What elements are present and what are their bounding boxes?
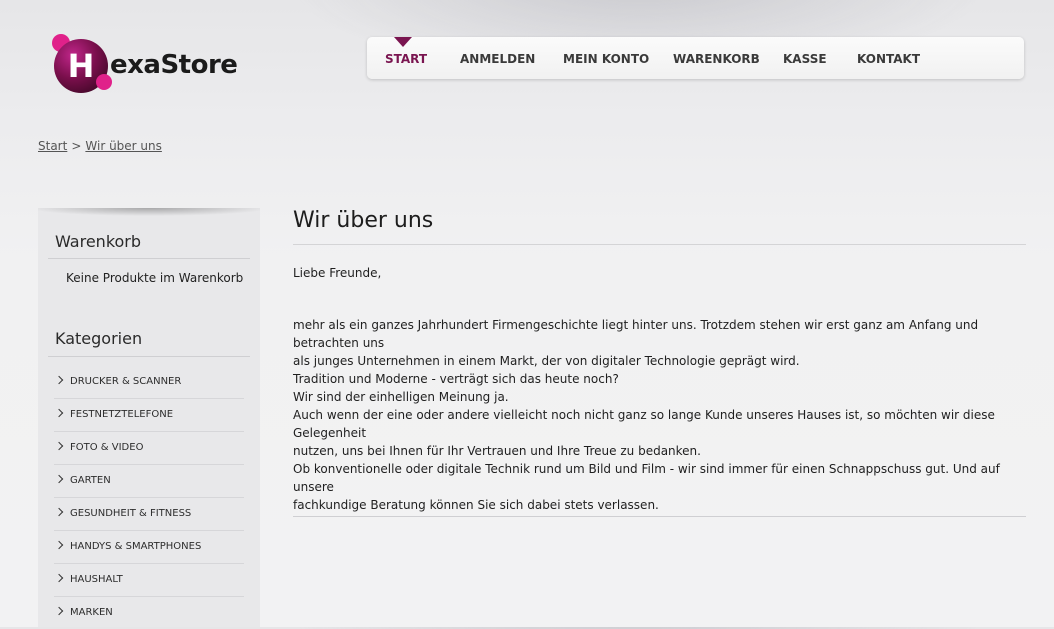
category-item[interactable]: GESUNDHEIT & FITNESS xyxy=(54,498,244,531)
logo-wordmark: exaStore xyxy=(110,50,238,80)
chevron-right-icon xyxy=(54,408,64,418)
main-navigation: START ANMELDEN MEIN KONTO WARENKORB KASS… xyxy=(367,37,1024,79)
title-divider xyxy=(293,244,1026,245)
chevron-right-icon xyxy=(54,474,64,484)
paragraph-line: als junges Unternehmen in einem Markt, d… xyxy=(293,354,800,368)
category-item[interactable]: HANDYS & SMARTPHONES xyxy=(54,531,244,564)
sidebar: Warenkorb Keine Produkte im Warenkorb Ka… xyxy=(38,208,260,627)
category-label: GESUNDHEIT & FITNESS xyxy=(70,508,192,519)
paragraph-line: Tradition und Moderne - verträgt sich da… xyxy=(293,372,619,386)
nav-kasse[interactable]: KASSE xyxy=(783,37,827,79)
paragraph-line: mehr als ein ganzes Jahrhundert Firmenge… xyxy=(293,318,979,350)
chevron-right-icon xyxy=(54,606,64,616)
breadcrumb-current-link[interactable]: Wir über uns xyxy=(85,139,162,153)
breadcrumb: Start > Wir über uns xyxy=(38,139,162,153)
paragraph-line: Wir sind der einhelligen Meinung ja. xyxy=(293,390,509,404)
paragraph-3: Ob konventionelle oder digitale Technik … xyxy=(293,460,1033,514)
category-item[interactable]: MARKEN xyxy=(54,597,244,629)
breadcrumb-separator: > xyxy=(71,139,82,153)
page-title: Wir über uns xyxy=(293,208,434,233)
category-label: MARKEN xyxy=(70,607,113,618)
category-label: HAUSHALT xyxy=(70,574,123,585)
category-label: FESTNETZTELEFONE xyxy=(70,409,174,420)
sidebar-shadow xyxy=(38,208,260,218)
category-item[interactable]: FOTO & VIDEO xyxy=(54,432,244,465)
category-item[interactable]: GARTEN xyxy=(54,465,244,498)
chevron-right-icon xyxy=(54,375,64,385)
nav-anmelden[interactable]: ANMELDEN xyxy=(460,37,535,79)
nav-start[interactable]: START xyxy=(385,37,427,79)
paragraph-line: Auch wenn der eine oder andere vielleich… xyxy=(293,408,995,440)
chevron-right-icon xyxy=(54,573,64,583)
greeting-line: Liebe Freunde, xyxy=(293,266,382,280)
nav-kontakt[interactable]: KONTAKT xyxy=(857,37,920,79)
paragraph-line: fachkundige Beratung können Sie sich dab… xyxy=(293,498,659,512)
cart-heading: Warenkorb xyxy=(55,232,142,251)
paragraph-line: nutzen, uns bei Ihnen für Ihr Vertrauen … xyxy=(293,444,701,458)
logo-initial: H xyxy=(67,47,95,85)
chevron-right-icon xyxy=(54,540,64,550)
category-item[interactable]: FESTNETZTELEFONE xyxy=(54,399,244,432)
categories-heading: Kategorien xyxy=(55,329,143,348)
cart-empty-message: Keine Produkte im Warenkorb xyxy=(66,271,244,285)
store-logo[interactable]: H exaStore xyxy=(52,34,242,96)
content-bottom-divider xyxy=(293,516,1026,517)
nav-warenkorb[interactable]: WARENKORB xyxy=(673,37,760,79)
category-item[interactable]: DRUCKER & SCANNER xyxy=(54,366,244,399)
category-label: DRUCKER & SCANNER xyxy=(70,376,182,387)
greeting-text: Liebe Freunde, xyxy=(293,264,1033,282)
category-label: FOTO & VIDEO xyxy=(70,442,144,453)
paragraph-1: mehr als ein ganzes Jahrhundert Firmenge… xyxy=(293,316,1033,370)
nav-mein-konto[interactable]: MEIN KONTO xyxy=(563,37,649,79)
category-item[interactable]: HAUSHALT xyxy=(54,564,244,597)
chevron-right-icon xyxy=(54,507,64,517)
paragraph-line: Ob konventionelle oder digitale Technik … xyxy=(293,462,1000,494)
categories-heading-rule xyxy=(48,356,250,357)
paragraph-2: Tradition und Moderne - verträgt sich da… xyxy=(293,370,1033,460)
breadcrumb-home-link[interactable]: Start xyxy=(38,139,67,153)
category-label: HANDYS & SMARTPHONES xyxy=(70,541,202,552)
cart-heading-rule xyxy=(48,258,250,259)
chevron-right-icon xyxy=(54,441,64,451)
category-label: GARTEN xyxy=(70,475,111,486)
